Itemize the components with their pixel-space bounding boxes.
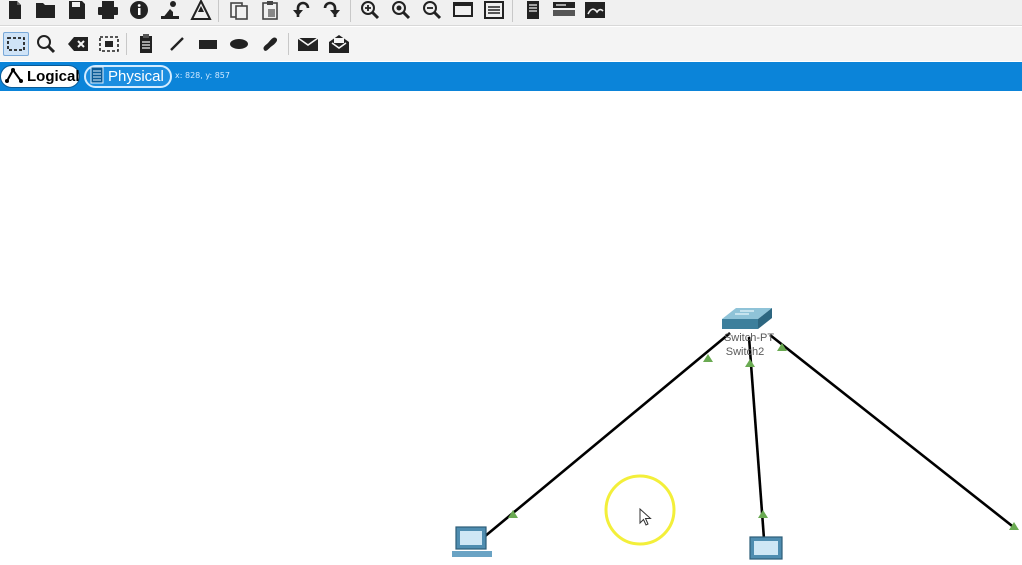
logical-view-icon bbox=[5, 67, 23, 87]
view-mode-bar: Logical Physical x: 828, y: 857 bbox=[0, 62, 1022, 91]
zoom-reset-icon[interactable] bbox=[388, 0, 414, 22]
undo-icon[interactable] bbox=[288, 0, 314, 22]
viewport-icon[interactable] bbox=[520, 0, 546, 22]
toolbar-separator bbox=[512, 0, 513, 22]
cluster-icon[interactable] bbox=[582, 0, 608, 22]
info-icon[interactable] bbox=[126, 0, 152, 22]
pc-icon[interactable] bbox=[749, 536, 783, 560]
switch-name-label: Switch2 bbox=[725, 346, 765, 358]
open-folder-icon[interactable] bbox=[33, 0, 59, 22]
link-light bbox=[745, 359, 755, 367]
tab-logical[interactable]: Logical bbox=[0, 65, 80, 88]
inspect-icon[interactable] bbox=[33, 32, 59, 56]
redo-icon[interactable] bbox=[319, 0, 345, 22]
link-switch-pc-middle[interactable] bbox=[747, 336, 766, 540]
tab-physical[interactable]: Physical bbox=[84, 65, 172, 88]
zoom-out-icon[interactable] bbox=[419, 0, 445, 22]
add-simple-pdu-icon[interactable] bbox=[295, 32, 321, 56]
main-toolbar bbox=[0, 0, 1022, 26]
mouse-pointer-icon bbox=[639, 507, 652, 526]
resize-shape-icon[interactable] bbox=[96, 32, 122, 56]
draw-line-icon[interactable] bbox=[164, 32, 190, 56]
zoom-in-icon[interactable] bbox=[357, 0, 383, 22]
select-icon[interactable] bbox=[3, 32, 29, 56]
add-complex-pdu-icon[interactable] bbox=[326, 32, 352, 56]
custom-devices-dialog-icon[interactable] bbox=[481, 0, 507, 22]
toolbar-separator bbox=[126, 33, 127, 55]
place-note-icon[interactable] bbox=[133, 32, 159, 56]
link-light bbox=[758, 510, 768, 518]
toolbar-separator bbox=[288, 33, 289, 55]
paste-icon[interactable] bbox=[257, 0, 283, 22]
network-info-icon[interactable] bbox=[551, 0, 577, 22]
activity-wizard-icon[interactable] bbox=[157, 0, 183, 22]
link-switch-pc-left[interactable] bbox=[477, 331, 731, 544]
custom-device-icon[interactable] bbox=[188, 0, 214, 22]
toolbar-separator bbox=[218, 0, 219, 22]
tab-physical-label: Physical bbox=[108, 68, 164, 85]
draw-rectangle-icon[interactable] bbox=[195, 32, 221, 56]
physical-view-icon bbox=[90, 66, 104, 88]
drawing-toolbar bbox=[0, 27, 1022, 61]
logical-workspace[interactable]: Switch-PT Switch2 bbox=[0, 91, 1022, 565]
delete-icon[interactable] bbox=[65, 32, 91, 56]
drawing-palette-icon[interactable] bbox=[450, 0, 476, 22]
save-icon[interactable] bbox=[64, 0, 90, 22]
switch-model-label: Switch-PT bbox=[723, 332, 775, 344]
pc-icon[interactable] bbox=[452, 526, 492, 557]
tab-logical-label: Logical bbox=[27, 68, 80, 85]
print-icon[interactable] bbox=[95, 0, 121, 22]
new-file-icon[interactable] bbox=[2, 0, 28, 22]
link-switch-pc-right[interactable] bbox=[769, 333, 1017, 531]
freeform-icon[interactable] bbox=[257, 32, 283, 56]
toolbar-separator bbox=[350, 0, 351, 22]
cursor-coordinates: x: 828, y: 857 bbox=[175, 71, 230, 80]
switch-icon[interactable] bbox=[722, 308, 772, 329]
copy-icon[interactable] bbox=[226, 0, 252, 22]
draw-ellipse-icon[interactable] bbox=[226, 32, 252, 56]
